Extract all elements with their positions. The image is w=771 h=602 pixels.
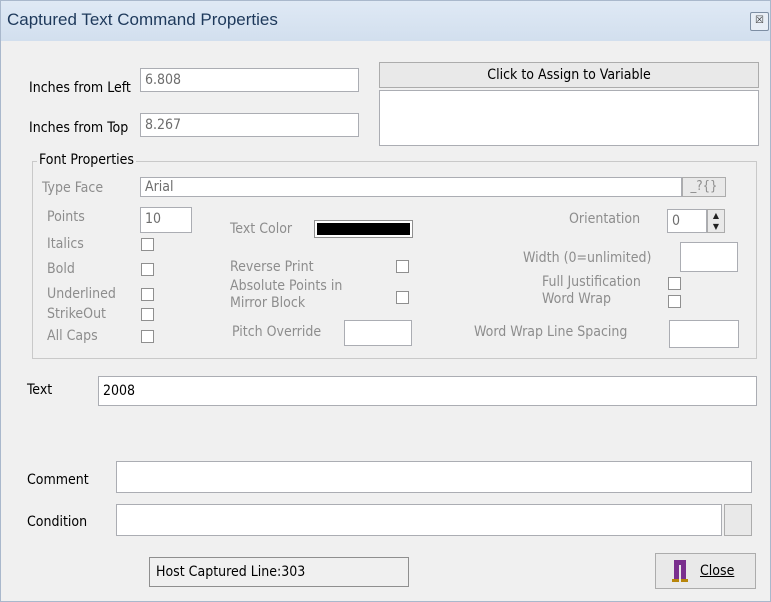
pitch-override-label: Pitch Override (232, 324, 322, 340)
bold-label: Bold (47, 261, 75, 277)
spin-up-icon[interactable]: ▲ (708, 210, 724, 221)
allcaps-checkbox[interactable] (141, 330, 154, 343)
pitch-override-input[interactable] (344, 320, 412, 346)
text-label: Text (27, 382, 53, 398)
dialog-content: Inches from Left 6.808 Inches from Top 8… (7, 41, 764, 597)
absolute-points-label-2: Mirror Block (230, 295, 306, 311)
points-input[interactable]: 10 (140, 207, 192, 233)
full-justification-label: Full Justification (542, 274, 641, 290)
dialog-window: Captured Text Command Properties ☒ Inche… (0, 0, 771, 602)
word-wrap-spacing-input[interactable] (669, 320, 739, 348)
type-face-label: Type Face (42, 180, 104, 196)
type-face-expression-button[interactable]: _?{} (682, 177, 726, 197)
close-button-label: Close (700, 563, 735, 579)
variable-display[interactable] (379, 90, 759, 146)
orientation-label: Orientation (569, 211, 641, 227)
strikeout-label: StrikeOut (47, 306, 106, 322)
text-color-swatch[interactable] (314, 220, 413, 238)
text-color-label: Text Color (230, 221, 293, 237)
bold-checkbox[interactable] (141, 263, 154, 276)
strikeout-checkbox[interactable] (141, 308, 154, 321)
inches-from-left-label: Inches from Left (29, 80, 131, 96)
reverse-print-label: Reverse Print (230, 259, 314, 275)
spin-down-icon[interactable]: ▼ (708, 221, 724, 232)
window-title: Captured Text Command Properties (7, 10, 278, 29)
status-panel: Host Captured Line:303 (149, 557, 409, 587)
absolute-points-label-1: Absolute Points in (230, 278, 343, 294)
orientation-spinner[interactable]: ▲ ▼ (707, 209, 725, 233)
word-wrap-spacing-label: Word Wrap Line Spacing (474, 324, 628, 340)
assign-to-variable-button[interactable]: Click to Assign to Variable (379, 62, 759, 88)
full-justification-checkbox[interactable] (668, 277, 681, 290)
italics-checkbox[interactable] (141, 238, 154, 251)
comment-input[interactable] (116, 461, 752, 493)
absolute-points-checkbox[interactable] (396, 291, 409, 304)
text-color-fill (317, 223, 410, 235)
condition-label: Condition (27, 514, 88, 530)
inches-from-left-input[interactable]: 6.808 (140, 68, 359, 92)
inches-from-top-input[interactable]: 8.267 (140, 113, 359, 137)
window-close-button[interactable]: ☒ (750, 12, 769, 31)
allcaps-label: All Caps (47, 328, 98, 344)
close-button[interactable]: Close (655, 553, 756, 589)
underlined-checkbox[interactable] (141, 288, 154, 301)
width-input[interactable] (680, 242, 738, 272)
width-label: Width (0=unlimited) (523, 250, 652, 266)
font-properties-title: Font Properties (37, 152, 136, 168)
condition-builder-button[interactable] (724, 504, 752, 536)
underlined-label: Underlined (47, 286, 116, 302)
italics-label: Italics (47, 236, 84, 252)
inches-from-top-label: Inches from Top (29, 120, 129, 136)
word-wrap-label: Word Wrap (542, 291, 611, 307)
orientation-input[interactable]: 0 (667, 209, 707, 233)
reverse-print-checkbox[interactable] (396, 260, 409, 273)
title-bar: Captured Text Command Properties ☒ (1, 1, 770, 41)
pants-icon (672, 560, 688, 582)
comment-label: Comment (27, 472, 89, 488)
word-wrap-checkbox[interactable] (668, 295, 681, 308)
points-label: Points (47, 209, 85, 225)
close-icon: ☒ (755, 15, 764, 26)
condition-input[interactable] (116, 504, 722, 536)
type-face-input[interactable]: Arial (140, 177, 682, 197)
text-input[interactable]: 2008 (98, 376, 757, 406)
